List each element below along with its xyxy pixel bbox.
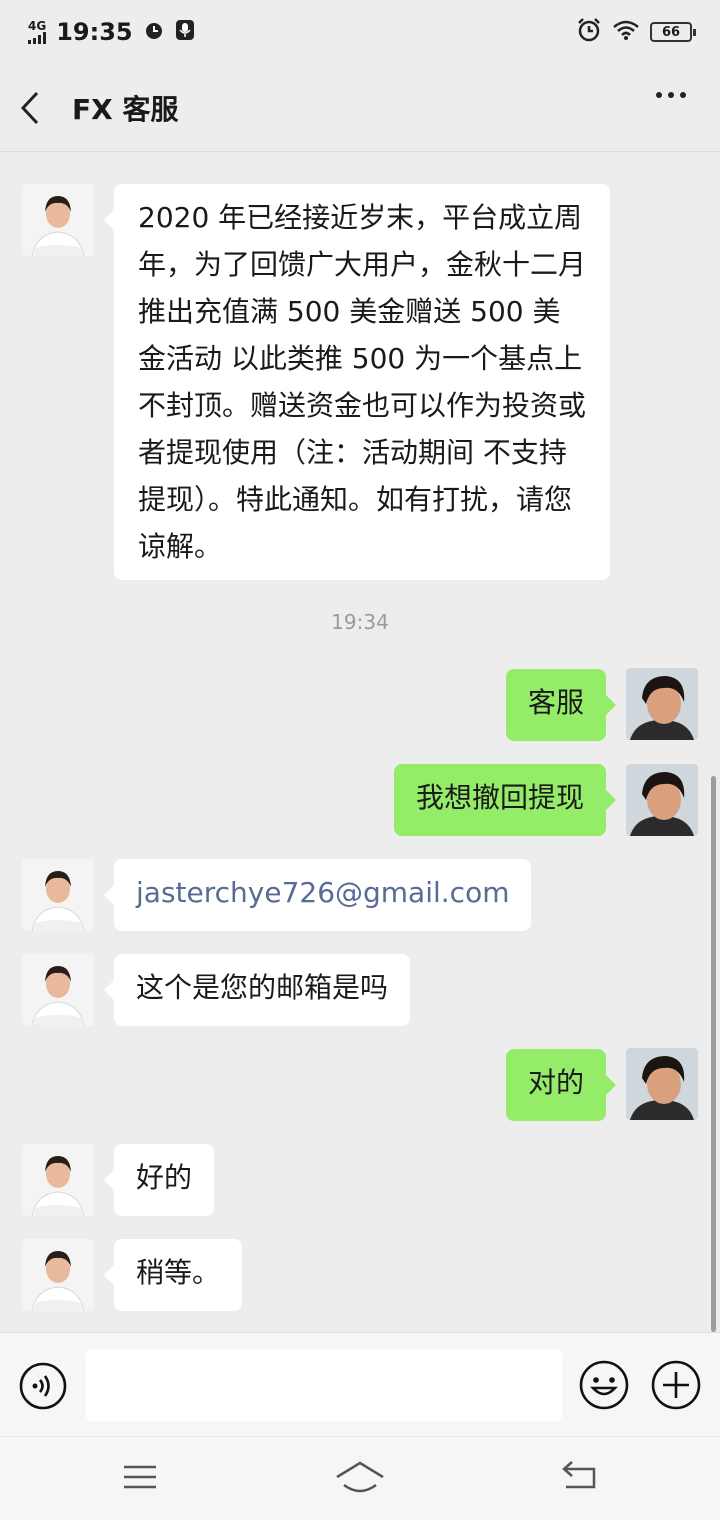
message-timestamp: 19:34 [331, 610, 389, 634]
incoming-message[interactable]: 稍等。 [103, 1239, 243, 1311]
incoming-message[interactable]: 2020 年已经接近岁末，平台成立周年，为了回馈广大用户，金秋十二月推出充值满 … [104, 184, 610, 580]
contact-avatar[interactable] [22, 1239, 94, 1311]
alarm-icon [576, 17, 602, 47]
home-icon[interactable] [334, 1459, 386, 1499]
contact-avatar[interactable] [22, 859, 94, 931]
outgoing-message[interactable]: 客服 [505, 669, 617, 741]
outgoing-message[interactable]: 对的 [505, 1049, 617, 1121]
back-nav-icon[interactable] [560, 1459, 598, 1499]
network-type: 4G [28, 19, 47, 33]
status-right: 66 [576, 17, 696, 47]
contact-avatar[interactable] [22, 1144, 94, 1216]
plus-icon[interactable] [650, 1359, 702, 1415]
contact-avatar[interactable] [22, 954, 94, 1026]
status-bar: 4G 19:35 66 [0, 0, 720, 64]
wifi-icon [612, 19, 640, 45]
scrollbar[interactable] [711, 776, 716, 1332]
mic-icon [175, 19, 195, 45]
input-bar [0, 1332, 720, 1436]
status-left: 4G 19:35 [28, 18, 195, 46]
back-icon[interactable] [20, 91, 54, 125]
signal-icon: 4G [28, 20, 46, 44]
user-avatar[interactable] [626, 1048, 698, 1120]
contact-avatar[interactable] [22, 184, 94, 256]
user-avatar[interactable] [626, 668, 698, 740]
user-avatar[interactable] [626, 764, 698, 836]
voice-icon[interactable] [18, 1361, 68, 1415]
chat-title: FX 客服 [72, 92, 179, 126]
message-input[interactable] [86, 1349, 562, 1421]
incoming-message[interactable]: 这个是您的邮箱是吗 [103, 954, 411, 1026]
system-navigation-bar [0, 1436, 720, 1520]
battery-icon: 66 [650, 22, 696, 42]
menu-icon[interactable] [122, 1459, 158, 1499]
incoming-message[interactable]: 好的 [103, 1144, 215, 1216]
more-icon[interactable] [656, 92, 686, 98]
status-time: 19:35 [56, 18, 133, 46]
email-link[interactable]: jasterchye726@gmail.com [103, 859, 532, 931]
alarm-icon [143, 19, 165, 45]
message-list[interactable]: 2020 年已经接近岁末，平台成立周年，为了回馈广大用户，金秋十二月推出充值满 … [0, 152, 720, 1332]
outgoing-message[interactable]: 我想撤回提现 [393, 764, 617, 836]
chat-header: FX 客服 [0, 64, 720, 152]
emoji-icon[interactable] [578, 1359, 630, 1415]
